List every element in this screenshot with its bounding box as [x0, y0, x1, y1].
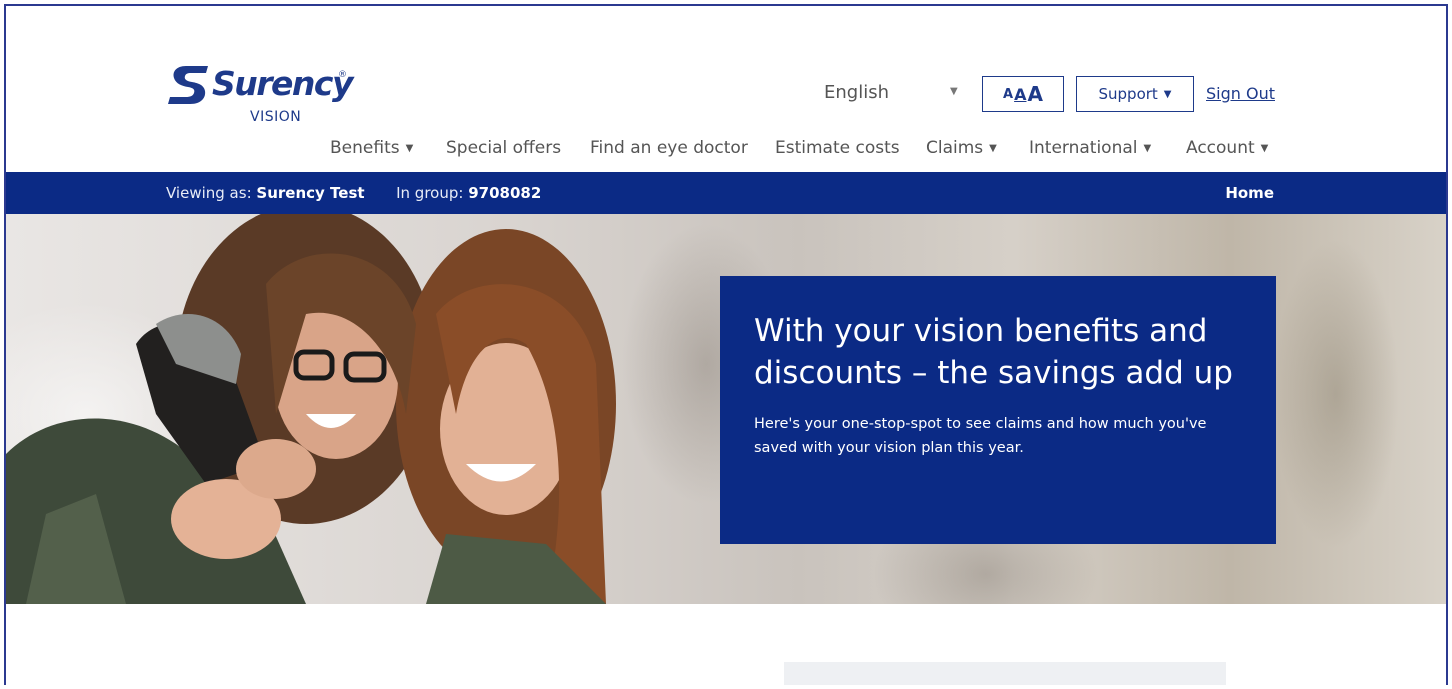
caret-down-icon: ▼: [1163, 88, 1172, 100]
nav-estimate-costs[interactable]: Estimate costs: [775, 138, 900, 158]
nav-label: Find an eye doctor: [590, 138, 748, 158]
sign-out-link[interactable]: Sign Out: [1206, 84, 1275, 103]
nav-label: International: [1029, 138, 1138, 158]
savings-panel: [784, 662, 1226, 685]
site-header: Surency ® VISION English ▼ A A A Support…: [6, 6, 1446, 172]
nav-special-offers[interactable]: Special offers: [446, 138, 561, 158]
caret-down-icon: ▼: [405, 143, 414, 154]
caret-down-icon[interactable]: ▼: [950, 86, 958, 97]
group-value: 9708082: [468, 184, 542, 202]
main-nav: Benefits ▼ Special offers Find an eye doc…: [6, 138, 1446, 164]
text-size-medium: A: [1014, 84, 1027, 104]
nav-international[interactable]: International ▼: [1029, 138, 1151, 158]
content-area: [6, 604, 1446, 685]
viewing-as-label: Viewing as:: [166, 184, 252, 202]
hero-message-card: With your vision benefits and discounts …: [720, 276, 1276, 544]
home-link[interactable]: Home: [1225, 184, 1274, 202]
support-label: Support: [1098, 85, 1158, 103]
nav-label: Claims: [926, 138, 984, 158]
group-label: In group:: [396, 184, 464, 202]
nav-benefits[interactable]: Benefits ▼: [330, 138, 413, 158]
nav-label: Special offers: [446, 138, 562, 158]
hero-title: With your vision benefits and discounts …: [754, 313, 1233, 391]
language-select[interactable]: English: [824, 82, 889, 103]
hero-description: Here's your one-stop-spot to see claims …: [754, 416, 1207, 456]
hero-photo-two-women: [6, 214, 616, 604]
hero-banner: With your vision benefits and discounts …: [6, 214, 1446, 604]
caret-down-icon: ▼: [1143, 143, 1152, 154]
nav-label: Estimate costs: [775, 138, 900, 158]
member-info-bar: Viewing as: Surency Test In group: 97080…: [6, 172, 1446, 214]
nav-label: Benefits: [330, 138, 400, 158]
nav-find-eye-doctor[interactable]: Find an eye doctor: [590, 138, 748, 158]
member-info: Viewing as: Surency Test In group: 97080…: [166, 184, 541, 202]
nav-claims[interactable]: Claims ▼: [926, 138, 997, 158]
viewing-as-value: Surency Test: [256, 184, 365, 202]
nav-account[interactable]: Account ▼: [1186, 138, 1268, 158]
text-size-button[interactable]: A A A: [982, 76, 1064, 112]
text-size-small: A: [1003, 86, 1014, 102]
utility-bar: English ▼ A A A Support ▼ Sign Out: [6, 76, 1446, 116]
nav-label: Account: [1186, 138, 1255, 158]
page-frame: Surency ® VISION English ▼ A A A Support…: [4, 4, 1448, 685]
caret-down-icon: ▼: [989, 143, 997, 154]
support-button[interactable]: Support ▼: [1076, 76, 1194, 112]
text-size-large: A: [1027, 82, 1043, 106]
caret-down-icon: ▼: [1260, 143, 1269, 154]
